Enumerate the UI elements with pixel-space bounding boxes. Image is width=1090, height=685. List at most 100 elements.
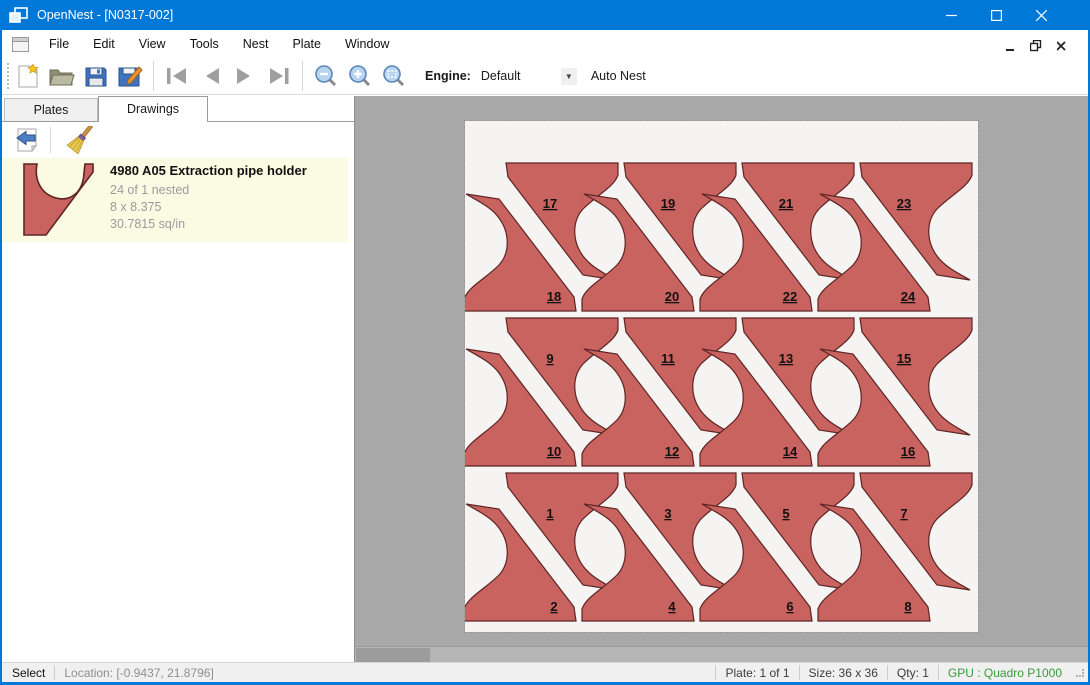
nest-part-number: 1 xyxy=(546,506,553,521)
clean-drawings-button[interactable] xyxy=(63,125,97,155)
menu-item-nest[interactable]: Nest xyxy=(231,32,281,56)
mdi-child-icon[interactable] xyxy=(12,37,29,52)
menu-item-plate[interactable]: Plate xyxy=(280,32,333,56)
nest-svg: 171819202122232491011121314151612345678 xyxy=(465,121,978,632)
nest-part-number: 13 xyxy=(779,351,793,366)
maximize-button[interactable] xyxy=(974,0,1019,30)
close-button[interactable] xyxy=(1019,0,1064,30)
mdi-restore-button[interactable] xyxy=(1028,38,1044,52)
window-title: OpenNest - [N0317-002] xyxy=(37,8,173,22)
nest-part-number: 24 xyxy=(901,289,916,304)
menu-item-file[interactable]: File xyxy=(37,32,81,56)
nest-part-number: 23 xyxy=(897,196,911,211)
sidebar: Plates Drawings xyxy=(2,96,354,662)
engine-select[interactable]: Default xyxy=(481,69,559,83)
toolbar-separator xyxy=(302,61,303,91)
go-last-button[interactable] xyxy=(262,60,296,92)
drawing-meta: 4980 A05 Extraction pipe holder 24 of 1 … xyxy=(110,163,307,242)
drawing-nested-count: 24 of 1 nested xyxy=(110,183,307,197)
zoom-in-button[interactable] xyxy=(343,60,377,92)
status-qty: Qty: 1 xyxy=(897,666,929,680)
status-mode: Select xyxy=(12,666,45,680)
menu-item-view[interactable]: View xyxy=(127,32,178,56)
save-as-button[interactable] xyxy=(113,60,147,92)
mdi-close-button[interactable] xyxy=(1054,38,1070,52)
status-size: Size: 36 x 36 xyxy=(809,666,878,680)
save-button[interactable] xyxy=(79,60,113,92)
engine-dropdown-arrow-icon[interactable]: ▼ xyxy=(561,68,577,85)
save-icon xyxy=(84,64,108,88)
menu-bar: FileEditViewToolsNestPlateWindow xyxy=(2,30,1088,58)
new-document-icon xyxy=(16,63,40,89)
drawing-area: 30.7815 sq/in xyxy=(110,217,307,231)
go-first-icon xyxy=(164,66,190,86)
sidebar-tabs: Plates Drawings xyxy=(2,96,354,121)
nest-part-number: 9 xyxy=(546,351,553,366)
zoom-out-icon xyxy=(314,64,338,88)
go-previous-button[interactable] xyxy=(194,60,228,92)
drawings-toolbar xyxy=(2,122,354,157)
status-location: Location: [-0.9437, 21.8796] xyxy=(64,666,213,680)
import-drawing-icon xyxy=(14,127,40,153)
clean-broom-icon xyxy=(67,126,93,154)
go-first-button[interactable] xyxy=(160,60,194,92)
menu-item-tools[interactable]: Tools xyxy=(178,32,231,56)
zoom-fit-icon xyxy=(382,64,406,88)
drawing-list-item[interactable]: 4980 A05 Extraction pipe holder 24 of 1 … xyxy=(2,158,348,242)
nest-part-number: 12 xyxy=(665,444,679,459)
nest-part-number: 16 xyxy=(901,444,915,459)
nest-part-number: 3 xyxy=(664,506,671,521)
mdi-minimize-button[interactable] xyxy=(1002,38,1018,52)
auto-nest-button[interactable]: Auto Nest xyxy=(591,69,646,83)
app-icon xyxy=(9,7,29,24)
toolbar-separator xyxy=(50,127,51,153)
nest-part-number: 15 xyxy=(897,351,911,366)
nest-part-number: 11 xyxy=(661,351,675,366)
minimize-button[interactable] xyxy=(929,0,974,30)
open-folder-icon xyxy=(48,64,76,88)
go-next-button[interactable] xyxy=(228,60,262,92)
menu-item-window[interactable]: Window xyxy=(333,32,401,56)
nest-part-number: 4 xyxy=(668,599,676,614)
nest-part-number: 21 xyxy=(779,196,793,211)
nest-part-number: 10 xyxy=(547,444,561,459)
zoom-fit-button[interactable] xyxy=(377,60,411,92)
nest-part-number: 19 xyxy=(661,196,675,211)
status-gpu: GPU : Quadro P1000 xyxy=(948,666,1062,680)
scrollbar-thumb[interactable] xyxy=(356,648,430,662)
save-as-icon xyxy=(117,64,143,88)
nest-part-number: 6 xyxy=(786,599,793,614)
toolbar-separator xyxy=(153,61,154,91)
menu-items: FileEditViewToolsNestPlateWindow xyxy=(37,32,401,56)
go-previous-icon xyxy=(199,66,223,86)
nest-part-number: 5 xyxy=(782,506,789,521)
tab-plates[interactable]: Plates xyxy=(4,98,98,121)
nest-part-number: 20 xyxy=(665,289,679,304)
nest-part-number: 14 xyxy=(783,444,798,459)
import-drawing-button[interactable] xyxy=(10,125,44,155)
go-last-icon xyxy=(266,66,292,86)
open-file-button[interactable] xyxy=(45,60,79,92)
nest-part-number: 8 xyxy=(904,599,911,614)
status-bar: Select Location: [-0.9437, 21.8796] Plat… xyxy=(2,662,1088,685)
new-document-button[interactable] xyxy=(11,60,45,92)
resize-grip[interactable] xyxy=(1076,669,1084,677)
go-next-icon xyxy=(233,66,257,86)
main-toolbar: Engine: Default ▼ Auto Nest xyxy=(2,58,1088,95)
drawing-title: 4980 A05 Extraction pipe holder xyxy=(110,163,307,178)
nest-part-number: 17 xyxy=(543,196,557,211)
nest-part-number: 18 xyxy=(547,289,561,304)
nest-part-number: 7 xyxy=(900,506,907,521)
status-plate: Plate: 1 of 1 xyxy=(725,666,789,680)
menu-item-edit[interactable]: Edit xyxy=(81,32,127,56)
engine-label: Engine: xyxy=(425,69,471,83)
drawing-size: 8 x 8.375 xyxy=(110,200,307,214)
zoom-in-icon xyxy=(348,64,372,88)
app-window: OpenNest - [N0317-002] FileEditViewTools… xyxy=(0,0,1090,685)
zoom-out-button[interactable] xyxy=(309,60,343,92)
tab-drawings[interactable]: Drawings xyxy=(98,96,208,121)
nest-canvas[interactable]: 171819202122232491011121314151612345678 xyxy=(354,96,1088,646)
horizontal-scrollbar[interactable] xyxy=(354,646,1088,662)
nest-part-number: 2 xyxy=(550,599,557,614)
plate[interactable]: 171819202122232491011121314151612345678 xyxy=(465,121,978,632)
